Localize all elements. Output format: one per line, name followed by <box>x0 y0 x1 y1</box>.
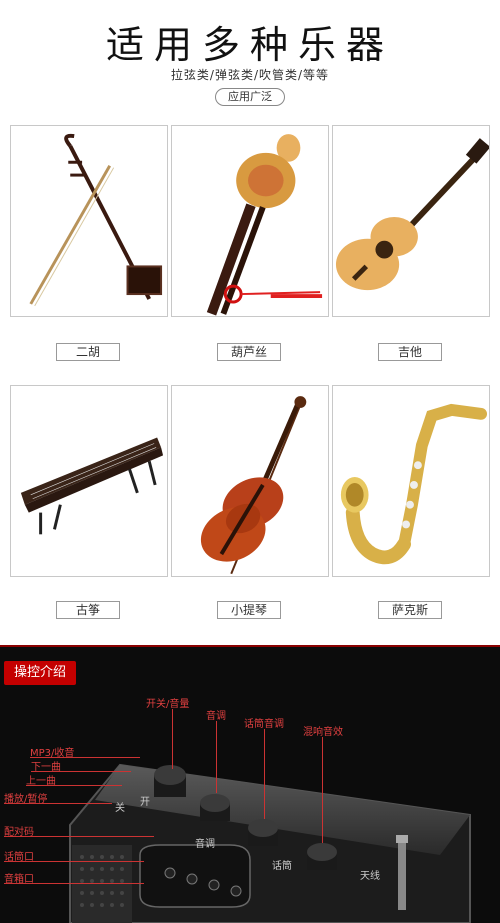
instrument-label-saxophone: 萨克斯 <box>378 601 442 619</box>
instrument-label-hulusi: 葫芦丝 <box>217 343 281 361</box>
guzheng-image <box>20 437 164 535</box>
instrument-label-erhu: 二胡 <box>56 343 120 361</box>
instrument-card-guzheng <box>10 385 168 577</box>
tag-pill: 应用广泛 <box>215 88 285 106</box>
panel-label-mic: 话筒 <box>272 861 292 872</box>
callout-line <box>264 729 265 819</box>
saxophone-image <box>340 403 488 565</box>
panel-label-antenna: 天线 <box>360 871 380 882</box>
callout-line <box>216 721 217 793</box>
device-image <box>69 763 471 923</box>
instrument-label-violin: 小提琴 <box>217 601 281 619</box>
panel-label-off: 关 <box>115 803 125 814</box>
erhu-image <box>29 133 163 307</box>
callout-line <box>322 737 323 843</box>
hulusi-image <box>206 134 323 316</box>
panel-label-tone: 音调 <box>195 839 215 850</box>
callout-line <box>26 785 122 786</box>
header: 适用多种乐器 拉弦类/弹弦类/吹管类/等等 应用广泛 <box>0 0 500 120</box>
callout-line <box>4 836 154 837</box>
callout-mic-tone: 话筒音调 <box>244 719 284 730</box>
instrument-card-guitar <box>332 125 490 317</box>
page-subtitle: 拉弦类/弹弦类/吹管类/等等 <box>170 68 330 82</box>
instrument-card-saxophone <box>332 385 490 577</box>
page-title: 适用多种乐器 <box>105 23 394 67</box>
violin-image <box>200 396 307 575</box>
instrument-label-guitar: 吉他 <box>378 343 442 361</box>
instrument-card-erhu <box>10 125 168 317</box>
callout-line <box>172 709 173 769</box>
instrument-card-violin <box>171 385 329 577</box>
instrument-card-hulusi <box>171 125 329 317</box>
callout-line <box>4 883 144 884</box>
callout-reverb: 混响音效 <box>303 727 343 738</box>
panel-label-switch: 开 <box>140 797 150 808</box>
callout-line <box>4 803 112 804</box>
callout-power-volume: 开关/音量 <box>146 699 190 710</box>
callout-line <box>4 861 144 862</box>
callout-tone: 音调 <box>206 711 226 722</box>
guitar-image <box>335 138 489 291</box>
controls-section: 操控介绍 开 关 音调 话筒 天线 开关/音量 音调 话筒音调 混响音效 MP3… <box>0 645 500 923</box>
instrument-label-guzheng: 古筝 <box>56 601 120 619</box>
